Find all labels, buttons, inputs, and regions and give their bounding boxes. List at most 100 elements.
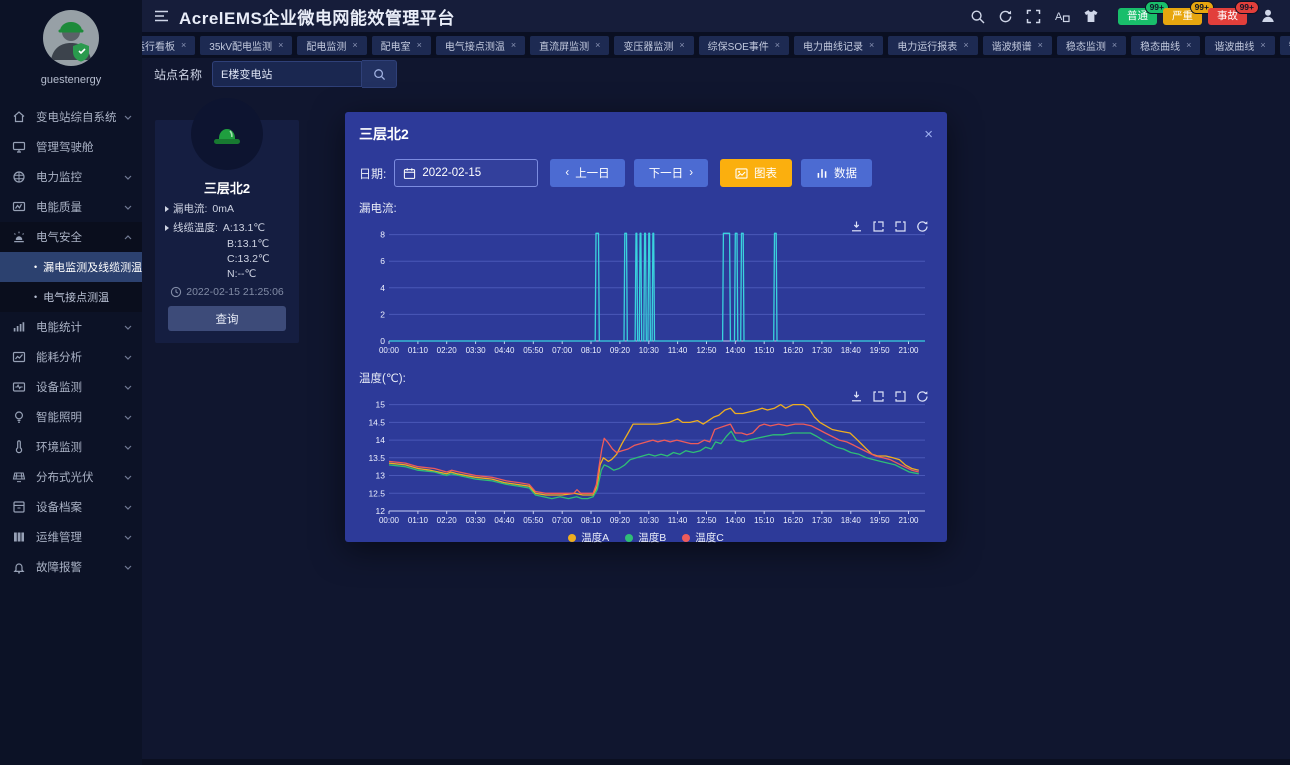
- magnifier-icon: [373, 68, 386, 81]
- tab-close-icon[interactable]: ×: [278, 40, 283, 50]
- restore-icon[interactable]: [872, 390, 885, 403]
- tab-综保SOE事件[interactable]: 综保SOE事件×: [699, 36, 789, 55]
- tab-label: 谐波频谱: [992, 38, 1032, 53]
- theme-shirt-icon[interactable]: [1083, 9, 1099, 23]
- tab-运行看板[interactable]: 运行看板×: [142, 36, 195, 55]
- download-icon[interactable]: [850, 220, 863, 233]
- tab-close-icon[interactable]: ×: [181, 40, 186, 50]
- svg-text:07:00: 07:00: [552, 346, 573, 355]
- dataview-icon[interactable]: [894, 220, 907, 233]
- restore-icon[interactable]: [872, 220, 885, 233]
- chevron-down-icon: [124, 565, 132, 570]
- tab-谐波频谱[interactable]: 谐波频谱 ×: [983, 36, 1052, 55]
- tab-电气接点测温[interactable]: 电气接点测温×: [436, 36, 525, 55]
- sidebar-item-变电站综自系统[interactable]: 变电站综自系统: [0, 102, 142, 132]
- legend-item-温度A[interactable]: 温度A: [568, 530, 609, 545]
- sidebar-item-label: 变电站综自系统: [36, 109, 117, 125]
- data-view-button[interactable]: 数据: [801, 159, 872, 187]
- alarm-badge-严重[interactable]: 严重99+: [1163, 8, 1202, 25]
- chevron-down-icon: [124, 355, 132, 360]
- station-search-button[interactable]: [362, 60, 397, 88]
- tab-变压器监测[interactable]: 变压器监测×: [614, 36, 693, 55]
- sidebar-subitem-漏电监测及线缆测温[interactable]: •漏电监测及线缆测温: [0, 252, 142, 282]
- tab-配电室[interactable]: 配电室×: [372, 36, 431, 55]
- download-icon[interactable]: [850, 390, 863, 403]
- ops-icon: [12, 530, 26, 544]
- alarm-badge-事故[interactable]: 事故99+: [1208, 8, 1247, 25]
- top-header: AcrelEMS企业微电网能效管理平台 A 普通99+严重99+事故99+: [142, 0, 1290, 32]
- sidebar-menu: 变电站综自系统管理驾驶舱电力监控电能质量电气安全 •漏电监测及线缆测温•电气接点测…: [0, 102, 142, 582]
- query-button[interactable]: 查询: [168, 306, 286, 331]
- close-icon[interactable]: ×: [924, 127, 933, 142]
- tab-close-icon[interactable]: ×: [869, 40, 874, 50]
- sidebar-item-label: 智能照明: [36, 409, 82, 425]
- tab-谐波曲线[interactable]: 谐波曲线×: [1205, 36, 1274, 55]
- svg-text:12:50: 12:50: [696, 346, 717, 355]
- tab-配电监测[interactable]: 配电监测×: [297, 36, 366, 55]
- sidebar-item-电力监控[interactable]: 电力监控: [0, 162, 142, 192]
- refresh-chart-icon[interactable]: [916, 390, 929, 403]
- prev-day-button[interactable]: ‹ 上一日: [550, 159, 624, 187]
- tab-电力运行报表[interactable]: 电力运行报表×: [888, 36, 977, 55]
- sidebar-item-设备档案[interactable]: 设备档案: [0, 492, 142, 522]
- tab-close-icon[interactable]: ×: [352, 40, 357, 50]
- hamburger-menu-icon[interactable]: [154, 10, 169, 22]
- tab-稳态曲线[interactable]: 稳态曲线×: [1131, 36, 1200, 55]
- sidebar-item-电能质量[interactable]: 电能质量: [0, 192, 142, 222]
- refresh-chart-icon[interactable]: [916, 220, 929, 233]
- sidebar-item-设备监测[interactable]: 设备监测: [0, 372, 142, 402]
- sidebar-item-智能照明[interactable]: 智能照明: [0, 402, 142, 432]
- tab-bar: 运行看板× 35kV配电监测× 配电监测× 配电室× 电气接点测温× 直流屏监测× 变压器监…: [142, 32, 1290, 58]
- sidebar-item-label: 管理驾驶舱: [36, 139, 94, 155]
- expander-triangle-icon[interactable]: [165, 225, 169, 231]
- sidebar-item-管理驾驶舱[interactable]: 管理驾驶舱: [0, 132, 142, 162]
- chart-view-button[interactable]: 图表: [720, 159, 792, 187]
- sidebar-item-label: 电气安全: [36, 229, 82, 245]
- tab-稳态监测[interactable]: 稳态监测 ×: [1057, 36, 1126, 55]
- power-quality-icon: [12, 200, 26, 214]
- svg-text:0: 0: [380, 336, 385, 346]
- search-icon[interactable]: [970, 9, 985, 24]
- tab-close-icon[interactable]: ×: [595, 40, 600, 50]
- tab-label: 稳态监测: [1066, 38, 1106, 53]
- sidebar-item-故障报警[interactable]: 故障报警: [0, 552, 142, 582]
- tab-35kV配电监测[interactable]: 35kV配电监测×: [200, 36, 292, 55]
- sidebar-item-环境监测[interactable]: 环境监测: [0, 432, 142, 462]
- legend-item-温度B[interactable]: 温度B: [625, 530, 666, 545]
- svg-text:19:50: 19:50: [870, 346, 891, 355]
- tab-close-icon[interactable]: ×: [1186, 40, 1191, 50]
- tab-直流屏监测[interactable]: 直流屏监测×: [530, 36, 609, 55]
- sidebar-item-运维管理[interactable]: 运维管理: [0, 522, 142, 552]
- translate-icon[interactable]: A: [1054, 9, 1070, 24]
- sidebar-item-label: 电能统计: [36, 319, 82, 335]
- tab-close-icon[interactable]: ×: [1112, 40, 1117, 50]
- tab-close-icon[interactable]: ×: [963, 40, 968, 50]
- tab-close-icon[interactable]: ×: [511, 40, 516, 50]
- legend-item-温度C[interactable]: 温度C: [682, 530, 724, 545]
- tab-close-icon[interactable]: ×: [1260, 40, 1265, 50]
- tab-close-icon[interactable]: ×: [679, 40, 684, 50]
- chevron-down-icon: [124, 505, 132, 510]
- tab-close-icon[interactable]: ×: [417, 40, 422, 50]
- sidebar-item-电能统计[interactable]: 电能统计: [0, 312, 142, 342]
- alarm-badge-普通[interactable]: 普通99+: [1118, 8, 1157, 25]
- tab-暂态分析[interactable]: 暂态分析×: [1280, 36, 1290, 55]
- date-input[interactable]: 2022-02-15: [394, 159, 538, 187]
- refresh-icon[interactable]: [998, 9, 1013, 24]
- station-name-label: 站点名称: [154, 66, 202, 83]
- tab-电力曲线记录[interactable]: 电力曲线记录×: [794, 36, 883, 55]
- next-day-button[interactable]: 下一日 ›: [634, 159, 708, 187]
- sidebar-subitem-电气接点测温[interactable]: •电气接点测温: [0, 282, 142, 312]
- leak-label: 漏电流:: [173, 201, 207, 216]
- dataview-icon[interactable]: [894, 390, 907, 403]
- sidebar-item-分布式光伏[interactable]: 分布式光伏: [0, 462, 142, 492]
- chevron-down-icon: [124, 115, 132, 120]
- tab-close-icon[interactable]: ×: [775, 40, 780, 50]
- user-icon[interactable]: [1260, 8, 1276, 24]
- sidebar-item-能耗分析[interactable]: 能耗分析: [0, 342, 142, 372]
- sidebar-item-电气安全[interactable]: 电气安全: [0, 222, 142, 252]
- station-name-input[interactable]: [212, 61, 362, 87]
- tab-close-icon[interactable]: ×: [1038, 40, 1043, 50]
- fullscreen-icon[interactable]: [1026, 9, 1041, 24]
- expander-triangle-icon[interactable]: [165, 206, 169, 212]
